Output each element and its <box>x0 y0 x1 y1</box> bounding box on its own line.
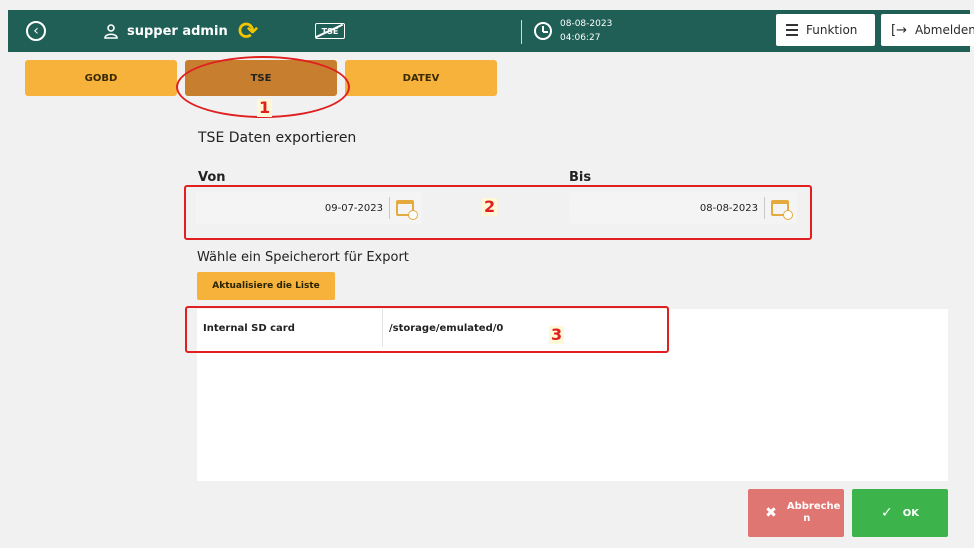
top-bar: ‹ supper admin ⟳ TSE 08-08-2023 04:06:27… <box>8 10 974 52</box>
current-time: 04:06:27 <box>560 33 601 43</box>
bis-label: Bis <box>569 170 592 185</box>
logout-icon: [→ <box>891 22 907 38</box>
tab-gobd-label: GOBD <box>84 72 118 84</box>
clock-icon <box>534 22 552 40</box>
datetime-display: 08-08-2023 04:06:27 <box>534 10 612 52</box>
current-date: 08-08-2023 <box>560 19 613 29</box>
abmelden-label: Abmelden <box>914 23 974 37</box>
annotation-box-storage <box>185 306 669 353</box>
check-icon: ✓ <box>881 505 893 521</box>
close-icon: ✖ <box>765 505 777 521</box>
menu-icon <box>786 24 798 36</box>
user-name: supper admin <box>127 23 228 39</box>
annotation-number: 1 <box>257 98 273 117</box>
annotation-number: 2 <box>482 197 498 216</box>
abmelden-button[interactable]: [→ Abmelden <box>881 14 974 46</box>
refresh-list-label: Aktualisiere die Liste <box>212 281 320 291</box>
back-icon[interactable]: ‹ <box>26 21 46 41</box>
funktion-button[interactable]: Funktion <box>776 14 875 46</box>
app-frame: ‹ supper admin ⟳ TSE 08-08-2023 04:06:27… <box>0 0 974 548</box>
cancel-button[interactable]: ✖ Abbreche n <box>748 489 844 537</box>
topbar-divider <box>521 20 522 44</box>
sync-icon[interactable]: ⟳ <box>236 10 260 52</box>
tab-gobd[interactable]: GOBD <box>25 60 177 96</box>
ok-button[interactable]: ✓ OK <box>852 489 948 537</box>
annotation-number: 3 <box>549 325 565 344</box>
von-label: Von <box>198 170 226 185</box>
ok-label: OK <box>902 507 919 519</box>
refresh-list-button[interactable]: Aktualisiere die Liste <box>197 272 335 300</box>
storage-title: Wähle ein Speicherort für Export <box>197 250 409 265</box>
tab-datev-label: DATEV <box>402 72 440 84</box>
annotation-box-dates <box>184 185 812 240</box>
tse-disconnected-icon: TSE <box>315 10 345 52</box>
funktion-label: Funktion <box>806 23 858 37</box>
tse-status-text: TSE <box>321 26 339 36</box>
user-indicator: supper admin <box>103 10 228 52</box>
cancel-label: Abbreche n <box>786 501 841 524</box>
user-icon <box>103 23 119 39</box>
export-title: TSE Daten exportieren <box>198 130 357 146</box>
tab-datev[interactable]: DATEV <box>345 60 497 96</box>
